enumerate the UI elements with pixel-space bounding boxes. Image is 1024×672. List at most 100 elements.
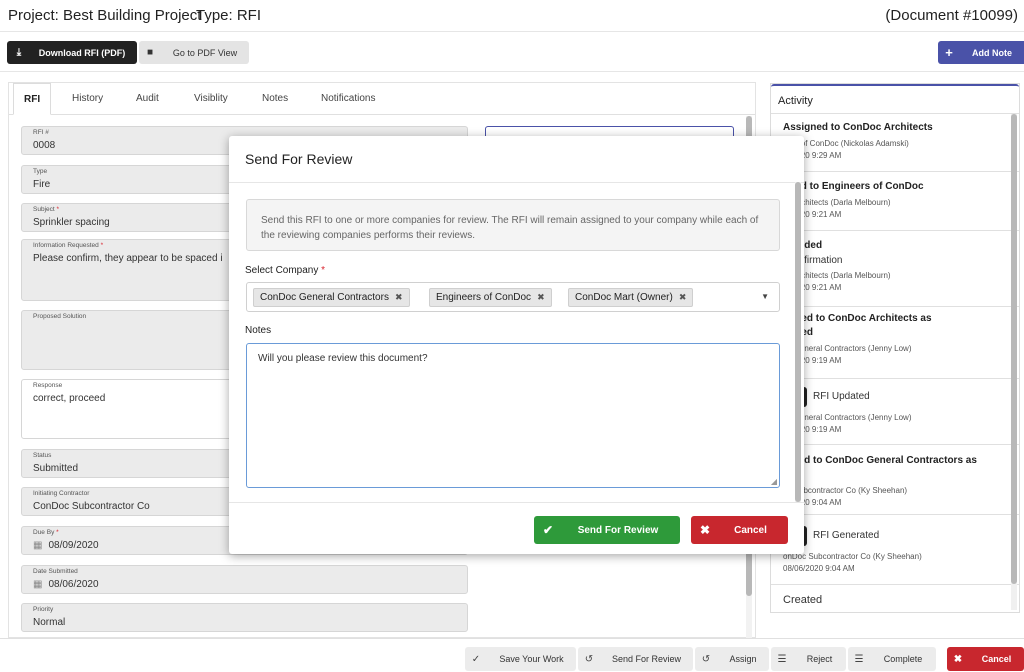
tab-visibility[interactable]: Visiblity: [194, 83, 228, 115]
chevron-down-icon[interactable]: ▼: [761, 292, 769, 301]
activity-item-title: RFI Updated: [813, 391, 870, 402]
dialog-info-text: Send this RFI to one or more companies f…: [246, 199, 780, 251]
tab-notes[interactable]: Notes: [262, 83, 288, 115]
dialog-footer: ✔ Send For Review ✖ Cancel: [229, 502, 804, 554]
undo-icon: ↺: [701, 653, 711, 665]
download-icon: ⤓: [16, 47, 22, 58]
close-icon: ✖: [699, 523, 711, 537]
cancel-button[interactable]: ✖ Cancel: [947, 647, 1024, 671]
company-chip[interactable]: ConDoc Mart (Owner) ✖: [568, 288, 694, 307]
download-label: Download RFI (PDF): [38, 47, 126, 58]
cancel-label: Cancel: [981, 654, 1012, 664]
pdf-view-label: Go to PDF View: [172, 47, 238, 58]
company-chip-label: ConDoc General Contractors: [260, 292, 389, 303]
file-icon: ■: [146, 47, 154, 58]
check-icon: ✔: [542, 523, 554, 537]
date-submitted-field[interactable]: Date Submitted ▦ 08/06/2020: [21, 565, 468, 594]
type-label: Type: [33, 168, 48, 175]
dialog-cancel-label: Cancel: [734, 524, 767, 536]
activity-item-title: Created: [783, 594, 823, 606]
status-value: Submitted: [33, 463, 79, 474]
tab-audit[interactable]: Audit: [136, 83, 159, 115]
information-requested-label: Information Requested *: [33, 242, 104, 249]
select-company-label: Select Company *: [245, 265, 326, 276]
assign-button[interactable]: ↺ Assign: [695, 647, 769, 671]
remove-chip-icon[interactable]: ✖: [537, 292, 545, 303]
notes-textarea[interactable]: Will you please review this document? ◢: [246, 343, 780, 488]
list-icon: ☰: [854, 653, 864, 665]
activity-item: mitted to ConDoc Architects as mitted oc…: [771, 307, 1019, 379]
dialog-title: Send For Review: [245, 151, 353, 167]
company-chip[interactable]: ConDoc General Contractors ✖: [253, 288, 410, 307]
due-by-label: Due By *: [33, 529, 59, 536]
status-label: Status: [33, 452, 52, 459]
activity-item-title: nitted to ConDoc General Contractors as: [783, 455, 977, 466]
priority-value: Normal: [33, 617, 66, 628]
send-for-review-button[interactable]: ↺ Send For Review: [578, 647, 693, 671]
tab-rfi[interactable]: RFI: [13, 83, 52, 115]
due-by-value: ▦ 08/09/2020: [33, 540, 99, 551]
list-icon: ☰: [777, 653, 787, 665]
add-note-button[interactable]: + Add Note: [938, 41, 1024, 64]
dialog-send-label: Send For Review: [577, 524, 659, 536]
dialog-send-button[interactable]: ✔ Send For Review: [534, 516, 680, 544]
activity-title: Activity: [771, 84, 1019, 114]
dialog-scrollbar[interactable]: [795, 182, 801, 502]
activity-item-date: 08/06/2020 9:04 AM: [783, 564, 855, 573]
activity-item-title: RFI Generated: [813, 530, 880, 541]
activity-scrollbar-thumb[interactable]: [1011, 114, 1017, 584]
send-for-review-dialog: Send For Review Send this RFI to one or …: [229, 136, 804, 554]
subject-value: Sprinkler spacing: [33, 217, 110, 228]
company-chip[interactable]: Engineers of ConDoc ✖: [429, 288, 552, 307]
page-header: Project: Best Building Project Type: RFI…: [0, 0, 1024, 32]
response-value: correct, proceed: [33, 393, 106, 404]
proposed-solution-label: Proposed Solution: [33, 313, 87, 320]
subject-label: Subject *: [33, 206, 60, 213]
information-requested-value: Please confirm, they appear to be spaced…: [33, 253, 223, 264]
assign-label: Assign: [729, 654, 757, 664]
bottom-toolbar: ✓ Save Your Work ↺ Send For Review ↺ Ass…: [0, 638, 1024, 672]
document-number: (Document #10099): [885, 7, 1018, 24]
calendar-icon: ▦: [33, 540, 43, 551]
activity-item: gned to Engineers of ConDoc oc Architect…: [771, 172, 1019, 231]
download-rfi-button[interactable]: ⤓ Download RFI (PDF): [7, 41, 137, 64]
rfi-number-label: RFI #: [33, 129, 49, 136]
initiating-contractor-value: ConDoc Subcontractor Co: [33, 501, 150, 512]
reject-button[interactable]: ☰ Reject: [771, 647, 846, 671]
remove-chip-icon[interactable]: ✖: [395, 292, 403, 303]
add-note-label: Add Note: [972, 47, 1012, 58]
save-your-work-button[interactable]: ✓ Save Your Work: [465, 647, 576, 671]
date-submitted-value: ▦ 08/06/2020: [33, 579, 99, 590]
response-label: Response: [33, 382, 63, 389]
calendar-icon: ▦: [33, 579, 43, 590]
notes-label: Notes: [245, 325, 272, 336]
rfi-number-value: 0008: [33, 140, 56, 151]
priority-label: Priority: [33, 606, 54, 613]
activity-item: RFI Updated oc General Contractors (Jenn…: [771, 379, 1019, 445]
pdf-view-button[interactable]: ■ Go to PDF View: [139, 41, 249, 64]
reject-label: Reject: [806, 654, 833, 664]
type-value: Fire: [33, 179, 51, 190]
tab-notifications[interactable]: Notifications: [321, 83, 375, 115]
company-multiselect[interactable]: ConDoc General Contractors ✖ Engineers o…: [246, 282, 780, 312]
undo-icon: ↺: [584, 653, 594, 665]
dialog-cancel-button[interactable]: ✖ Cancel: [691, 516, 788, 544]
activity-item-title: mitted to ConDoc Architects as: [783, 313, 932, 324]
activity-item: RFI Generated onDoc Subcontractor Co (Ky…: [771, 515, 1019, 585]
activity-item-title: gned to Engineers of ConDoc: [783, 181, 924, 192]
activity-panel: Activity Assigned to ConDoc Architects e…: [770, 83, 1020, 613]
plus-icon: +: [945, 45, 953, 60]
activity-scrollbar[interactable]: [1011, 114, 1017, 610]
complete-button[interactable]: ☰ Complete: [848, 647, 936, 671]
company-chip-label: ConDoc Mart (Owner): [575, 292, 673, 303]
company-chip-label: Engineers of ConDoc: [436, 292, 532, 303]
activity-item: e Added l confirmation oc Architects (Da…: [771, 231, 1019, 307]
complete-label: Complete: [883, 654, 923, 664]
remove-chip-icon[interactable]: ✖: [679, 292, 687, 303]
send-label: Send For Review: [611, 654, 682, 664]
tab-history[interactable]: History: [72, 83, 103, 115]
priority-field[interactable]: Priority Normal: [21, 603, 468, 632]
resize-grip-icon[interactable]: ◢: [771, 477, 777, 486]
notes-value: Will you please review this document?: [258, 353, 428, 364]
dialog-scrollbar-thumb[interactable]: [795, 182, 801, 502]
